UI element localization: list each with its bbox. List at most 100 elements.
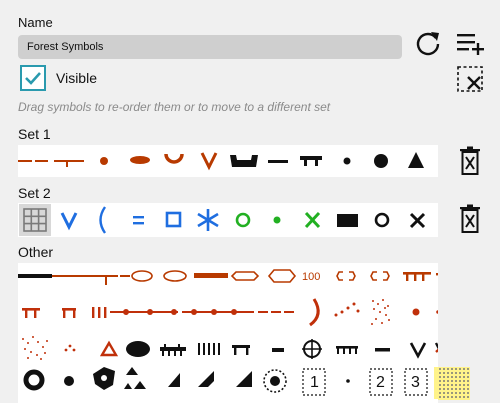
symbol-line-tick[interactable] [54,160,84,167]
symbol-red-stipple[interactable] [22,336,48,360]
symbol-black-circle[interactable] [374,212,390,228]
symbol-brown-bar-end[interactable] [436,273,438,276]
delete-icon [460,204,480,233]
symbol-number-three[interactable]: 3 [404,368,428,396]
symbol-small-black-dot[interactable] [343,157,351,165]
name-label: Name [18,15,53,30]
refresh-button[interactable] [410,28,446,58]
symbol-number-one[interactable]: 1 [302,368,326,396]
set2-label: Set 2 [18,185,51,201]
set2-strip[interactable] [18,203,438,237]
symbol-number-two[interactable]: 2 [369,368,393,396]
symbol-hundred-text: 100 [302,271,320,283]
symbol-red-dotted-line-1[interactable] [110,309,178,315]
add-symbols-button[interactable] [452,28,488,58]
symbol-black-dot-row4[interactable] [64,376,74,386]
symbol-large-black-dot[interactable] [374,154,388,168]
delete-set1-button[interactable] [457,144,483,178]
symbol-black-short-dash[interactable] [272,348,284,352]
symbol-brown-octagon-2[interactable] [267,269,297,283]
symbol-black-rectangle[interactable] [337,214,358,227]
set1-label: Set 1 [18,126,51,142]
visible-label: Visible [56,70,97,86]
other-symbols: 100 1 2 3 [18,269,438,399]
set2-symbols [19,204,426,236]
symbol-black-blob[interactable] [126,341,150,357]
symbol-red-triangle[interactable] [99,340,119,357]
symbol-black-table[interactable] [300,156,322,166]
symbol-blue-square[interactable] [165,211,182,228]
symbol-black-dotted-triangles[interactable] [124,367,146,389]
symbol-black-irregular[interactable] [93,367,115,390]
symbol-red-pi-1[interactable] [22,308,40,318]
symbol-green-circle[interactable] [235,212,251,228]
refresh-icon [416,32,440,56]
symbol-blue-bracket[interactable] [99,206,107,234]
symbol-red-triple-bars[interactable] [92,307,107,318]
symbol-dot[interactable] [100,157,108,165]
symbol-black-comb[interactable] [160,344,186,356]
symbol-branch-red-black[interactable] [434,339,438,359]
symbol-brown-comb[interactable] [403,272,431,281]
symbol-black-v[interactable] [409,342,427,359]
symbol-black-dash-2[interactable] [375,348,390,352]
symbol-crosshair[interactable] [302,339,322,359]
symbol-number-two-text: 2 [376,374,385,391]
symbol-blue-equals[interactable] [133,216,144,225]
symbol-black-triangle[interactable] [408,152,424,168]
clear-selection-button[interactable] [452,62,488,96]
symbol-black-wedge-2[interactable] [198,371,214,387]
other-label: Other [18,244,54,260]
symbol-brown-octagon-1[interactable] [230,271,260,281]
symbol-hundred[interactable]: 100 [302,271,320,283]
symbol-elongated-blob[interactable] [130,156,150,164]
symbol-dotted-mound[interactable] [263,369,287,393]
symbol-brown-line-long[interactable] [52,275,118,285]
symbol-green-dot[interactable] [273,216,281,224]
symbol-number-one-text: 1 [310,374,319,391]
other-symbols-panel[interactable]: 100 1 2 3 [18,263,438,403]
set1-strip[interactable] [18,145,438,177]
symbol-red-three-dots[interactable] [64,344,76,352]
symbol-broken-link-1[interactable] [336,271,356,281]
visible-checkbox[interactable] [20,65,46,91]
symbol-broken-link-2[interactable] [370,271,390,281]
symbol-blue-asterisk[interactable] [197,209,219,231]
symbol-brown-thick-bar[interactable] [194,273,228,278]
symbol-red-mark[interactable] [436,310,438,314]
deselect-icon [457,66,483,92]
symbol-green-x[interactable] [304,211,321,229]
symbol-red-dotted-line-2[interactable] [182,309,254,315]
symbol-red-dot-cluster[interactable] [334,302,360,317]
symbol-v-shape[interactable] [200,152,218,171]
symbol-small-dot-row4[interactable] [346,379,350,383]
symbol-red-pi-2[interactable] [62,308,76,318]
symbol-u-shape[interactable] [164,153,184,164]
symbol-black-wedge-1[interactable] [168,373,180,387]
symbol-black-ring[interactable] [23,369,45,391]
symbol-black-wedge-3[interactable] [236,371,252,387]
symbol-red-arc[interactable] [309,298,320,327]
symbol-black-trough[interactable] [230,155,258,167]
symbol-blue-v[interactable] [60,212,78,231]
yellow-dotted-area-overflow [438,367,470,400]
name-field[interactable] [18,35,402,59]
symbol-black-hatch[interactable] [198,343,220,355]
symbol-black-table-2[interactable] [232,345,250,355]
hint-text: Drag symbols to re-order them or to move… [18,100,331,114]
checkmark-icon [25,72,41,85]
symbol-black-comb-2[interactable] [336,346,358,354]
symbol-thick-black-line[interactable] [18,274,52,278]
symbol-number-three-text: 3 [411,374,420,391]
set1-symbols [18,152,424,171]
symbol-grid[interactable] [19,204,51,236]
symbol-red-dot-small[interactable] [412,308,420,316]
symbol-black-x[interactable] [409,212,426,229]
symbol-brown-ellipse-2[interactable] [163,270,187,282]
playlist-add-icon [457,34,484,55]
symbol-brown-ellipse-1[interactable] [131,270,153,282]
delete-icon [460,146,480,175]
delete-set2-button[interactable] [457,202,483,236]
symbol-black-dash[interactable] [268,160,288,163]
symbol-red-speckle[interactable] [371,299,390,325]
